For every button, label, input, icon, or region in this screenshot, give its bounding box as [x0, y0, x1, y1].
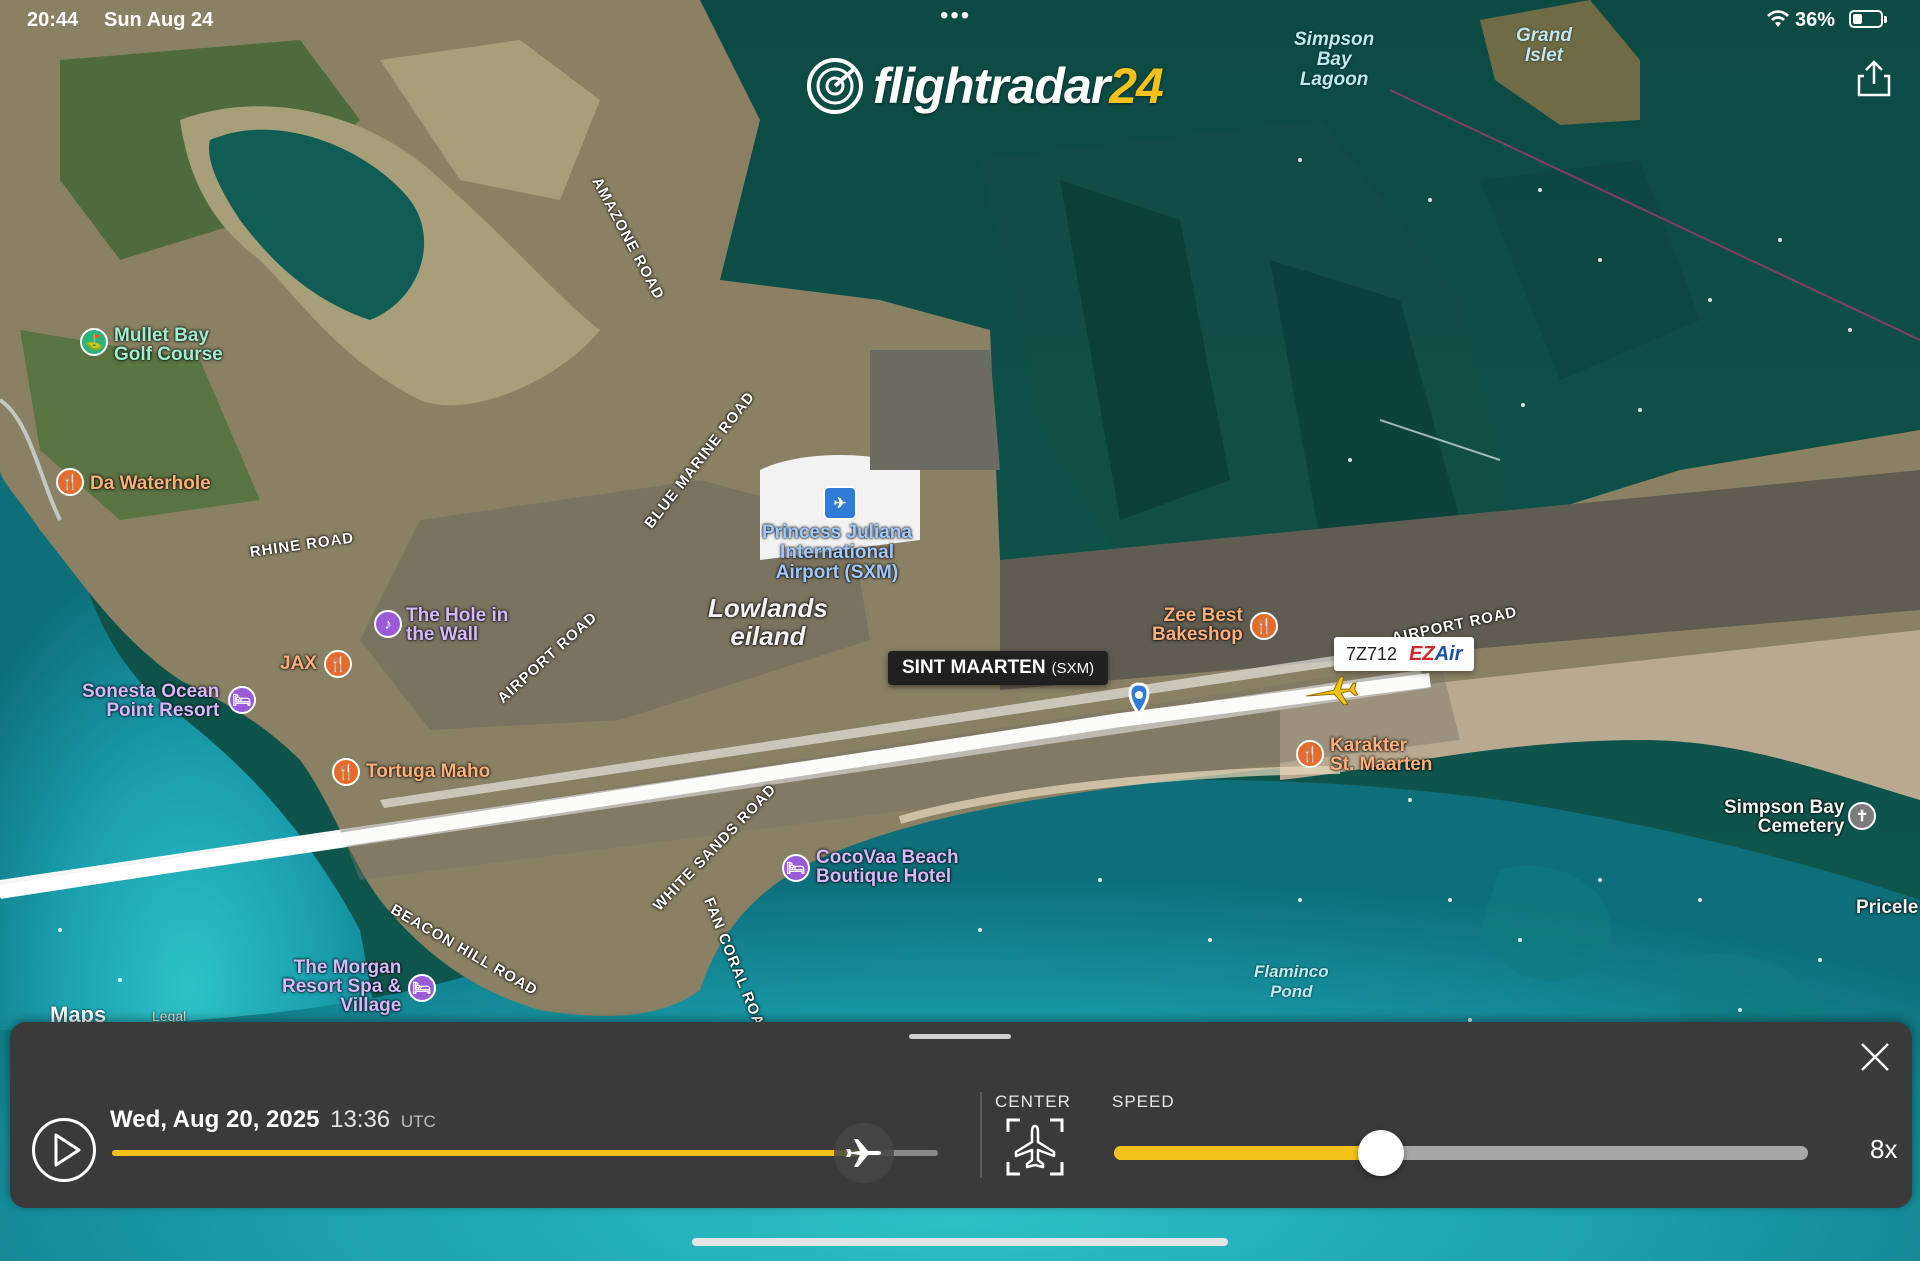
close-icon[interactable] [1858, 1040, 1892, 1074]
airline-logo: EZAir [1409, 643, 1462, 666]
speed-slider[interactable] [1114, 1130, 1808, 1176]
speed-label: SPEED [1112, 1092, 1175, 1111]
playback-panel: Wed, Aug 20, 2025 13:36 UTC CENTER SPEED… [10, 1022, 1912, 1208]
music-venue-icon[interactable]: ♪ [374, 610, 402, 638]
airport-icon[interactable]: ✈ [823, 486, 857, 520]
logo-text: flightradar24 [873, 57, 1164, 115]
radar-logo-icon [807, 58, 863, 114]
playback-time: 13:36 [330, 1106, 391, 1133]
mullet-bay-golf-label[interactable]: Mullet Bay Golf Course [114, 326, 223, 364]
karakter-label[interactable]: Karakter St. Maarten [1330, 736, 1432, 774]
zee-best-label[interactable]: Zee Best Bakeshop [1152, 606, 1243, 644]
airport-callout[interactable]: SINT MAARTEN (SXM) [888, 651, 1109, 685]
play-icon [54, 1133, 81, 1167]
cocovaa-label[interactable]: CocoVaa Beach Boutique Hotel [816, 848, 959, 886]
cemetery-icon[interactable]: ✝ [1848, 802, 1876, 830]
airport-callout-code: (SXM) [1051, 659, 1095, 677]
hole-in-wall-label[interactable]: The Hole in the Wall [406, 606, 508, 644]
share-icon[interactable] [1856, 58, 1892, 98]
flaminco-pond-label: Flaminco Pond [1254, 962, 1329, 1001]
speed-value: 8x [1870, 1134, 1898, 1164]
morgan-resort-label[interactable]: The Morgan Resort Spa & Village [282, 958, 401, 1015]
speed-slider-fill [1114, 1146, 1382, 1160]
tortuga-maho-label[interactable]: Tortuga Maho [366, 762, 490, 781]
pricele-label: Pricele [1856, 897, 1919, 918]
home-indicator[interactable] [692, 1238, 1228, 1246]
logo-text-number: 24 [1109, 58, 1164, 114]
airport-name-label[interactable]: Princess Juliana International Airport (SX… [762, 523, 912, 583]
sonesta-label[interactable]: Sonesta Ocean Point Resort [82, 682, 219, 720]
restaurant-icon[interactable]: 🍴 [1296, 740, 1324, 768]
flight-callout[interactable]: 7Z712 EZAir [1334, 637, 1475, 671]
center-aircraft-button[interactable] [1006, 1118, 1064, 1176]
lowlands-label: Lowlands eiland [708, 593, 828, 651]
playback-datetime: Wed, Aug 20, 2025 13:36 UTC [110, 1106, 436, 1134]
flight-id: 7Z712 [1346, 643, 1398, 664]
status-bar: 20:44 Sun Aug 24 ••• 36% [0, 0, 1920, 42]
center-label: CENTER [995, 1092, 1071, 1111]
airport-callout-name: SINT MAARTEN [902, 657, 1046, 678]
simpson-bay-lagoon-label: Simpson Bay Lagoon [1294, 29, 1375, 90]
restaurant-icon[interactable]: 🍴 [1250, 612, 1278, 640]
panel-grabber[interactable] [909, 1034, 1011, 1039]
hotel-icon[interactable]: 🛏 [408, 974, 436, 1002]
restaurant-icon[interactable]: 🍴 [324, 650, 352, 678]
timeline-handle[interactable] [833, 1123, 894, 1183]
jax-label[interactable]: JAX [280, 654, 317, 673]
timeline-slider[interactable] [112, 1123, 938, 1183]
multitasking-dots[interactable]: ••• [940, 2, 971, 30]
speed-slider-handle[interactable] [1358, 1130, 1405, 1176]
status-time: 20:44 [27, 9, 79, 31]
golf-course-icon[interactable]: ⛳ [80, 328, 108, 356]
airline-logo-ez: EZ [1409, 642, 1435, 665]
flightradar-logo: flightradar24 [805, 50, 1164, 122]
hotel-icon[interactable]: 🛏 [782, 854, 810, 882]
logo-text-main: flightradar [873, 58, 1110, 114]
battery-icon [1849, 10, 1887, 28]
timeline-progress [112, 1150, 864, 1156]
play-button[interactable] [32, 1118, 96, 1182]
da-waterhole-label[interactable]: Da Waterhole [90, 474, 211, 493]
panel-divider [980, 1092, 982, 1178]
grand-islet-label: Grand Islet [1516, 25, 1572, 66]
wifi-icon [1767, 10, 1789, 27]
hotel-icon[interactable]: 🛏 [228, 686, 256, 714]
simpson-bay-cemetery-label[interactable]: Simpson Bay Cemetery [1724, 798, 1844, 836]
playback-date: Wed, Aug 20, 2025 [110, 1106, 320, 1133]
airline-logo-air: Air [1434, 642, 1463, 665]
restaurant-icon[interactable]: 🍴 [56, 468, 84, 496]
battery-percent: 36% [1795, 9, 1836, 31]
playback-timezone: UTC [400, 1112, 436, 1131]
airplane-icon [845, 1139, 881, 1167]
status-date: Sun Aug 24 [104, 9, 214, 31]
restaurant-icon[interactable]: 🍴 [332, 758, 360, 786]
